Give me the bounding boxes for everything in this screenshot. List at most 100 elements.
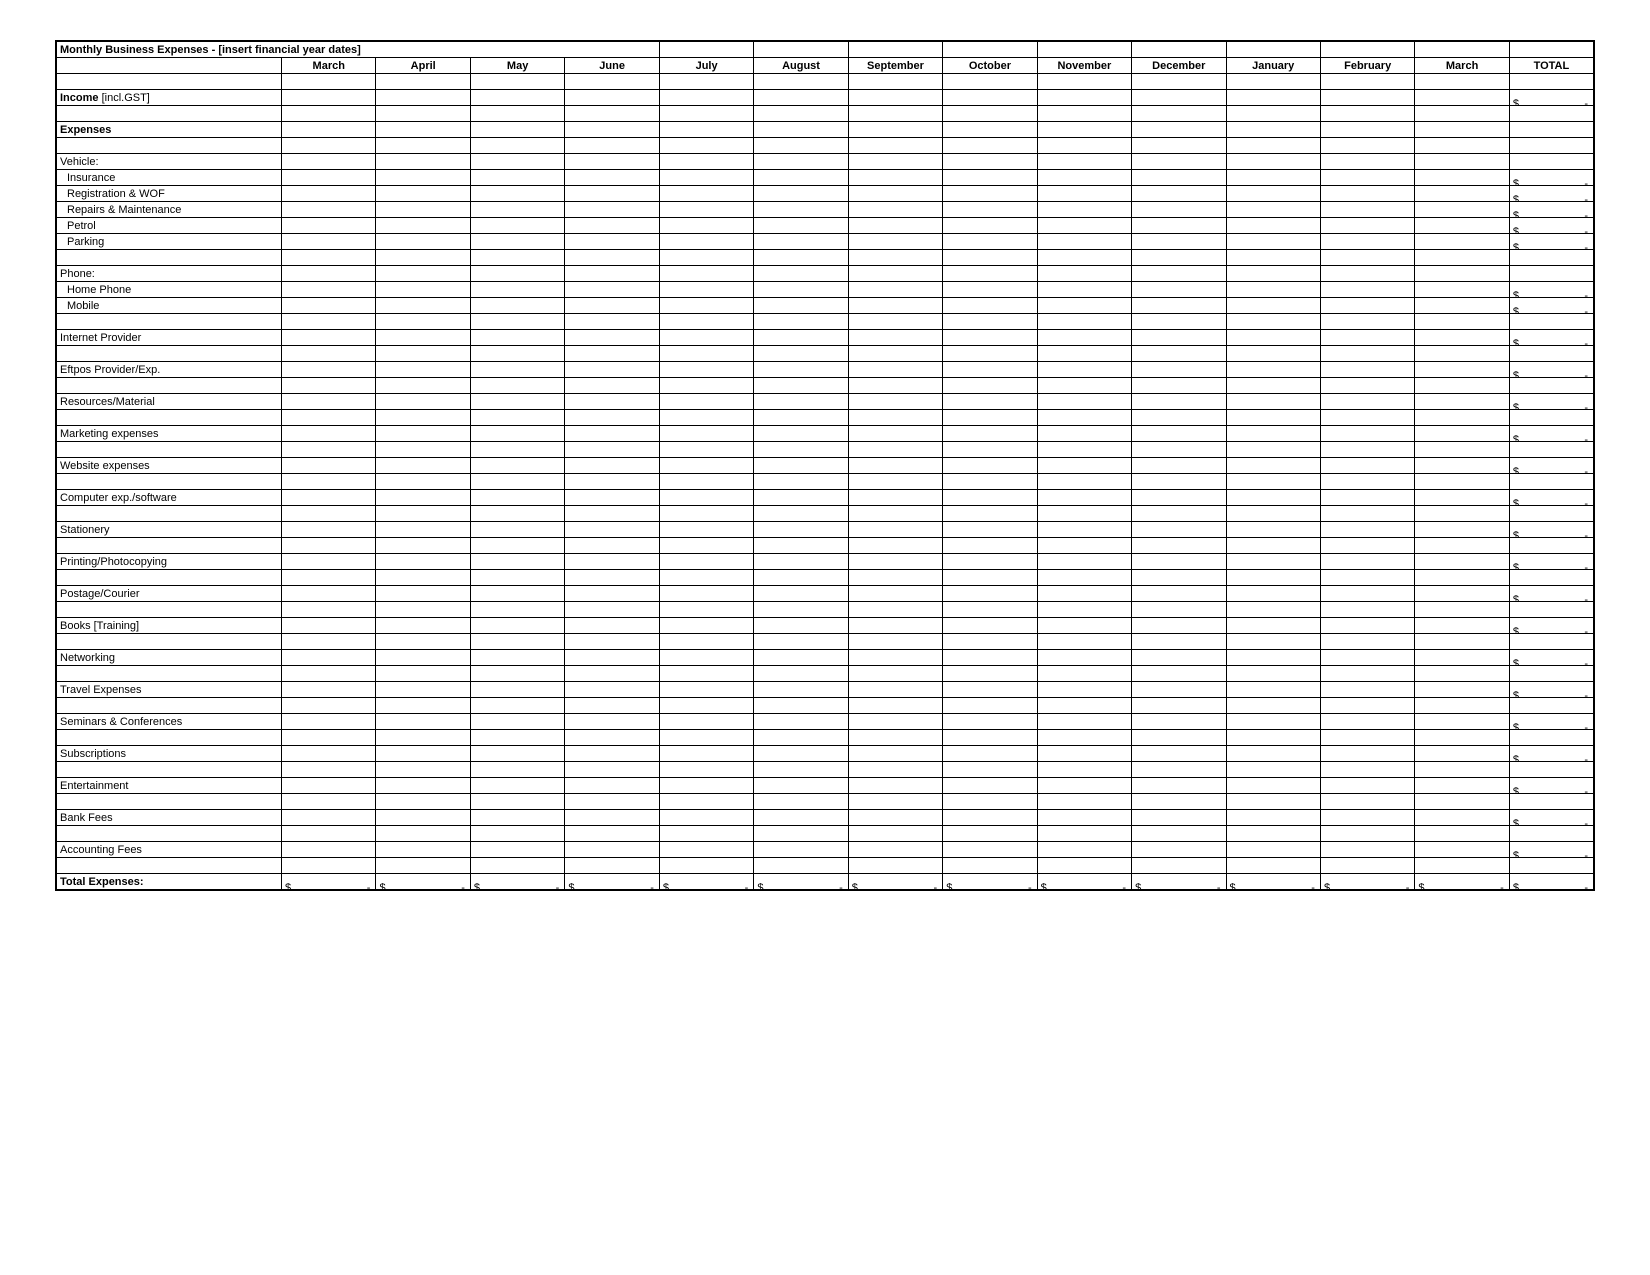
- cell[interactable]: [659, 122, 753, 138]
- cell[interactable]: [1415, 858, 1509, 874]
- blank-label[interactable]: [56, 314, 282, 330]
- cell[interactable]: [565, 730, 660, 746]
- cell[interactable]: [1320, 138, 1414, 154]
- cell[interactable]: [1320, 506, 1414, 522]
- cell[interactable]: [470, 810, 564, 826]
- cell[interactable]: [565, 74, 660, 90]
- cell[interactable]: [376, 714, 470, 730]
- cell[interactable]: [470, 202, 564, 218]
- cell[interactable]: [1132, 666, 1226, 682]
- cell[interactable]: [848, 186, 942, 202]
- cell[interactable]: [943, 394, 1037, 410]
- cell[interactable]: [1226, 186, 1320, 202]
- blank-label[interactable]: [56, 762, 282, 778]
- cell[interactable]: [565, 250, 660, 266]
- cell[interactable]: [1509, 346, 1594, 362]
- cell[interactable]: [470, 106, 564, 122]
- cell[interactable]: [659, 714, 753, 730]
- cell[interactable]: [943, 682, 1037, 698]
- cell[interactable]: [1037, 442, 1131, 458]
- cell[interactable]: [1037, 298, 1131, 314]
- cell[interactable]: [1320, 634, 1414, 650]
- cell[interactable]: [1037, 634, 1131, 650]
- cell[interactable]: [848, 714, 942, 730]
- cell[interactable]: [943, 602, 1037, 618]
- cell[interactable]: [1132, 650, 1226, 666]
- cell[interactable]: [1037, 202, 1131, 218]
- cell[interactable]: [754, 314, 848, 330]
- cell[interactable]: [1320, 218, 1414, 234]
- cell[interactable]: [1415, 282, 1509, 298]
- cell[interactable]: [1226, 586, 1320, 602]
- cell[interactable]: [1226, 474, 1320, 490]
- cell[interactable]: [1037, 346, 1131, 362]
- cell[interactable]: [1037, 154, 1131, 170]
- cell[interactable]: [1132, 154, 1226, 170]
- cell[interactable]: [470, 858, 564, 874]
- cell[interactable]: [565, 682, 660, 698]
- cell[interactable]: [565, 762, 660, 778]
- cell[interactable]: [1320, 266, 1414, 282]
- cell[interactable]: [565, 810, 660, 826]
- cell[interactable]: [754, 426, 848, 442]
- cell[interactable]: [1037, 186, 1131, 202]
- cell[interactable]: [848, 202, 942, 218]
- blank-label[interactable]: [56, 106, 282, 122]
- cell[interactable]: [659, 218, 753, 234]
- cell[interactable]: [943, 122, 1037, 138]
- blank-label[interactable]: [56, 538, 282, 554]
- cell[interactable]: [1509, 666, 1594, 682]
- cell[interactable]: [659, 682, 753, 698]
- cell[interactable]: [1226, 650, 1320, 666]
- cell[interactable]: [1320, 762, 1414, 778]
- cell[interactable]: [376, 458, 470, 474]
- cell[interactable]: [565, 666, 660, 682]
- cell[interactable]: [848, 618, 942, 634]
- cell[interactable]: [1320, 442, 1414, 458]
- cell[interactable]: [659, 842, 753, 858]
- cell[interactable]: [754, 778, 848, 794]
- cell[interactable]: [1226, 730, 1320, 746]
- cell[interactable]: [376, 378, 470, 394]
- cell[interactable]: [1226, 298, 1320, 314]
- cell[interactable]: [1226, 618, 1320, 634]
- cell[interactable]: [376, 858, 470, 874]
- cell[interactable]: [943, 698, 1037, 714]
- cell[interactable]: [565, 746, 660, 762]
- cell[interactable]: [376, 506, 470, 522]
- cell[interactable]: [848, 586, 942, 602]
- cell[interactable]: [754, 634, 848, 650]
- cell[interactable]: [376, 762, 470, 778]
- cell[interactable]: [1132, 234, 1226, 250]
- cell[interactable]: [1415, 682, 1509, 698]
- cell[interactable]: [1037, 666, 1131, 682]
- cell[interactable]: [1037, 538, 1131, 554]
- cell[interactable]: [1037, 106, 1131, 122]
- cell[interactable]: [848, 698, 942, 714]
- cell[interactable]: [848, 842, 942, 858]
- cell[interactable]: [376, 826, 470, 842]
- cell[interactable]: [754, 330, 848, 346]
- cell[interactable]: [1415, 154, 1509, 170]
- cell[interactable]: [565, 234, 660, 250]
- cell[interactable]: [376, 234, 470, 250]
- cell[interactable]: [659, 570, 753, 586]
- cell[interactable]: [565, 570, 660, 586]
- cell[interactable]: [848, 410, 942, 426]
- cell[interactable]: [659, 666, 753, 682]
- blank-label[interactable]: [56, 858, 282, 874]
- cell[interactable]: [1132, 266, 1226, 282]
- cell[interactable]: [1415, 634, 1509, 650]
- cell[interactable]: [1226, 570, 1320, 586]
- cell[interactable]: [1509, 410, 1594, 426]
- cell[interactable]: [376, 170, 470, 186]
- empty-cell[interactable]: [848, 41, 942, 58]
- cell[interactable]: [1320, 122, 1414, 138]
- cell[interactable]: [754, 490, 848, 506]
- cell[interactable]: [1415, 554, 1509, 570]
- cell[interactable]: [282, 698, 376, 714]
- cell[interactable]: [565, 506, 660, 522]
- cell[interactable]: [848, 90, 942, 106]
- cell[interactable]: [754, 442, 848, 458]
- cell[interactable]: [848, 522, 942, 538]
